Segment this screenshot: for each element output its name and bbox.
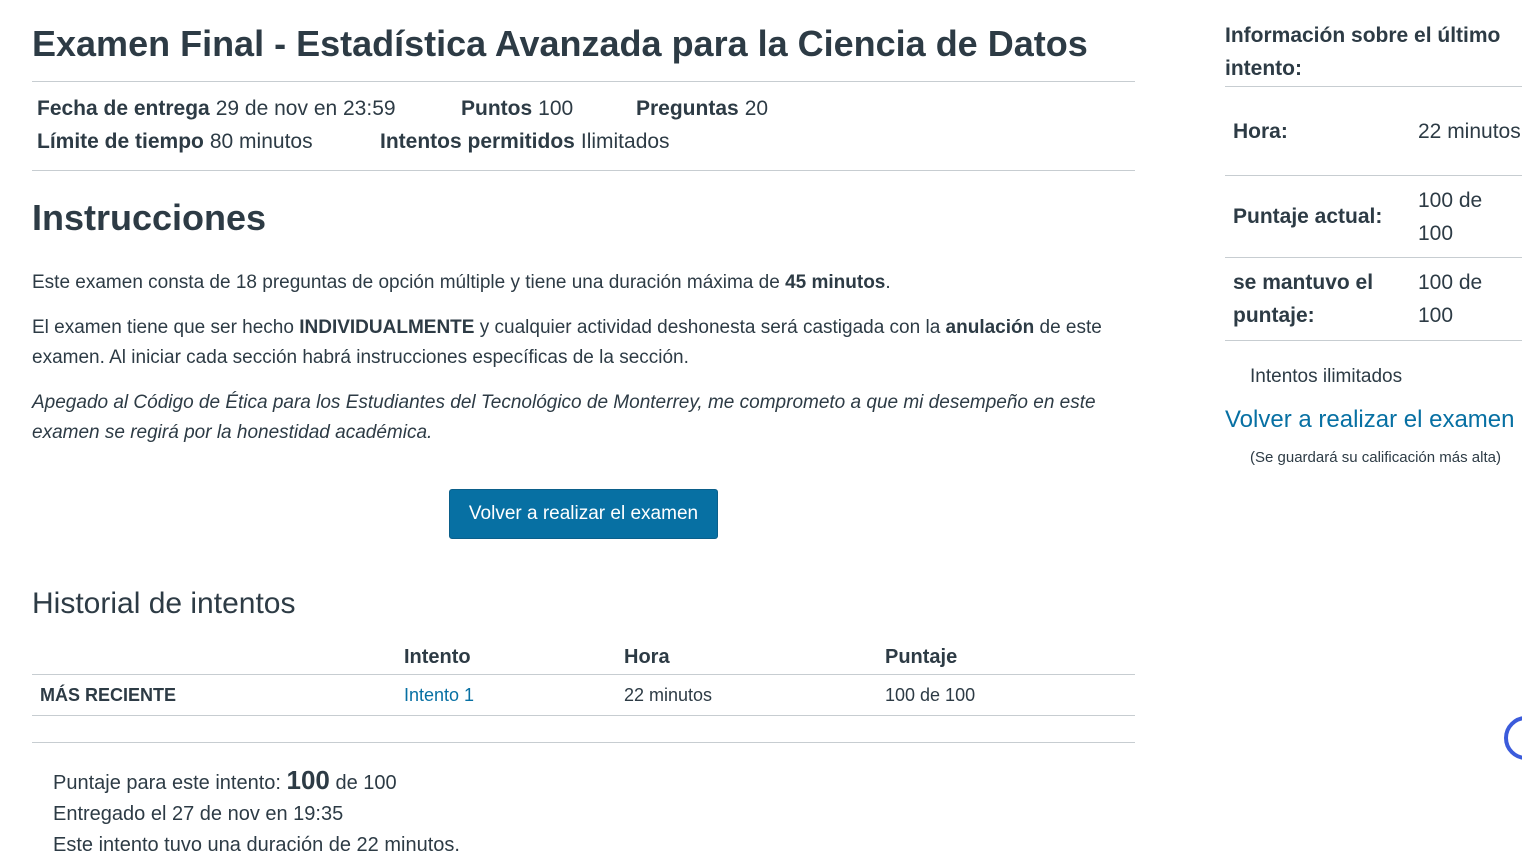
allowed-attempts: Intentos permitidos Ilimitados xyxy=(380,125,670,158)
sidebar-current-score-value: 100 de 100 xyxy=(1418,175,1522,258)
time-limit: Límite de tiempo 80 minutos xyxy=(37,125,313,158)
p2-individual: INDIVIDUALMENTE xyxy=(299,317,475,338)
due-date-label: Fecha de entrega xyxy=(37,97,210,120)
table-row: MÁS RECIENTE Intento 1 22 minutos 100 de… xyxy=(32,674,1135,716)
attempt-summary: Puntaje para este intento: 100 de 100 En… xyxy=(53,765,460,861)
sidebar-retake-link[interactable]: Volver a realizar el examen xyxy=(1225,403,1514,437)
instructions-paragraph-1: Este examen consta de 18 preguntas de op… xyxy=(32,268,1132,298)
details-divider xyxy=(32,170,1135,171)
attempt-score-line: Puntaje para este intento: 100 de 100 xyxy=(53,765,460,799)
column-header-blank xyxy=(32,640,404,675)
score-prefix: Puntaje para este intento: xyxy=(53,772,287,794)
column-header-score: Puntaje xyxy=(885,640,1135,675)
score-suffix: de 100 xyxy=(329,772,397,794)
duration-line: Este intento tuvo una duración de 22 min… xyxy=(53,834,460,856)
allowed-attempts-label: Intentos permitidos xyxy=(380,130,575,153)
p1-duration: 45 minutos xyxy=(785,272,886,293)
sidebar-time-value: 22 minutos xyxy=(1418,86,1522,176)
unlimited-attempts-text: Intentos ilimitados xyxy=(1250,366,1403,387)
attempt-history-heading: Historial de intentos xyxy=(32,587,296,620)
p2-text-b: y cualquier actividad deshonesta será ca… xyxy=(474,317,946,338)
sidebar-time-label: Hora: xyxy=(1225,86,1418,176)
table-header-row: Intento Hora Puntaje xyxy=(32,640,1135,675)
retake-quiz-button[interactable]: Volver a realizar el examen xyxy=(449,489,718,539)
due-date-value: 29 de nov en 23:59 xyxy=(215,97,396,120)
p1-text: Este examen consta de 18 preguntas de op… xyxy=(32,272,786,293)
sidebar-row-time: Hora: 22 minutos xyxy=(1225,86,1522,176)
sidebar-kept-score-value: 100 de 100 xyxy=(1418,257,1522,341)
sidebar-current-score-label: Puntaje actual: xyxy=(1225,175,1418,258)
points: Puntos 100 xyxy=(461,92,573,125)
p2-annulment: anulación xyxy=(945,317,1035,338)
questions-label: Preguntas xyxy=(636,97,739,120)
summary-divider xyxy=(32,742,1135,743)
questions-value: 20 xyxy=(744,97,769,120)
time-limit-value: 80 minutos xyxy=(209,130,313,153)
instructions-paragraph-2: El examen tiene que ser hecho INDIVIDUAL… xyxy=(32,313,1132,373)
allowed-attempts-value: Ilimitados xyxy=(580,130,670,153)
attempt-history-table: Intento Hora Puntaje MÁS RECIENTE Intent… xyxy=(32,640,1135,716)
last-attempt-table: Hora: 22 minutos Puntaje actual: 100 de … xyxy=(1225,86,1522,341)
most-recent-label: MÁS RECIENTE xyxy=(32,674,404,716)
column-header-attempt: Intento xyxy=(404,640,624,675)
instructions-heading: Instrucciones xyxy=(32,197,267,238)
score-value: 100 xyxy=(286,765,330,795)
sidebar-title: Información sobre el último intento: xyxy=(1225,24,1501,80)
page-title: Examen Final - Estadística Avanzada para… xyxy=(32,23,1088,64)
questions: Preguntas 20 xyxy=(636,92,768,125)
time-limit-label: Límite de tiempo xyxy=(37,130,204,153)
submitted-line: Entregado el 27 de nov en 19:35 xyxy=(53,803,344,825)
attempt-time: 22 minutos xyxy=(624,674,885,716)
points-label: Puntos xyxy=(461,97,533,120)
p2-text-a: El examen tiene que ser hecho xyxy=(32,317,300,338)
sidebar-row-current-score: Puntaje actual: 100 de 100 xyxy=(1225,175,1522,258)
p1-end: . xyxy=(885,272,891,293)
sidebar-kept-score-label: se mantuvo el puntaje: xyxy=(1225,257,1418,341)
attempt-score: 100 de 100 xyxy=(885,674,1135,716)
column-header-time: Hora xyxy=(624,640,885,675)
points-value: 100 xyxy=(538,97,574,120)
due-date: Fecha de entrega 29 de nov en 23:59 xyxy=(37,92,396,125)
floating-help-icon[interactable] xyxy=(1504,716,1522,760)
title-divider xyxy=(32,81,1135,82)
quiz-main: Examen Final - Estadística Avanzada para… xyxy=(32,0,1135,856)
sidebar-row-kept-score: se mantuvo el puntaje: 100 de 100 xyxy=(1225,257,1522,341)
honor-code-statement: Apegado al Código de Ética para los Estu… xyxy=(32,392,1096,443)
highest-score-note: (Se guardará su calificación más alta) xyxy=(1250,449,1501,466)
attempt-1-link[interactable]: Intento 1 xyxy=(404,685,474,705)
